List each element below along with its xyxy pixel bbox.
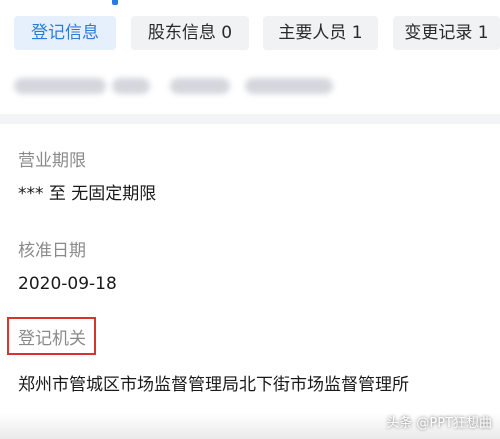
business-term-label: 营业期限 — [18, 151, 86, 171]
tab-registration-info[interactable]: 登记信息 — [14, 16, 116, 50]
blurred-text — [112, 78, 150, 94]
tab-bar: 登记信息 股东信息 0 主要人员 1 变更记录 1 — [0, 0, 500, 60]
tab-shareholder-info[interactable]: 股东信息 0 — [131, 16, 249, 50]
blurred-text — [245, 78, 333, 94]
approval-date-value: 2020-09-18 — [18, 274, 117, 294]
blurred-info-row — [0, 62, 500, 107]
section-divider — [0, 114, 500, 124]
registration-authority-label: 登记机关 — [18, 329, 86, 349]
approval-date-label: 核准日期 — [18, 241, 86, 261]
tab-change-records[interactable]: 变更记录 1 — [393, 16, 500, 50]
business-term-value: *** 至 无固定期限 — [18, 184, 157, 204]
watermark: 头条 @PPT狂想曲 — [386, 416, 492, 431]
blurred-text — [170, 78, 230, 94]
tab-key-personnel[interactable]: 主要人员 1 — [263, 16, 378, 50]
blurred-text — [14, 78, 106, 94]
registration-authority-value: 郑州市管城区市场监督管理局北下街市场监督管理所 — [18, 375, 409, 395]
